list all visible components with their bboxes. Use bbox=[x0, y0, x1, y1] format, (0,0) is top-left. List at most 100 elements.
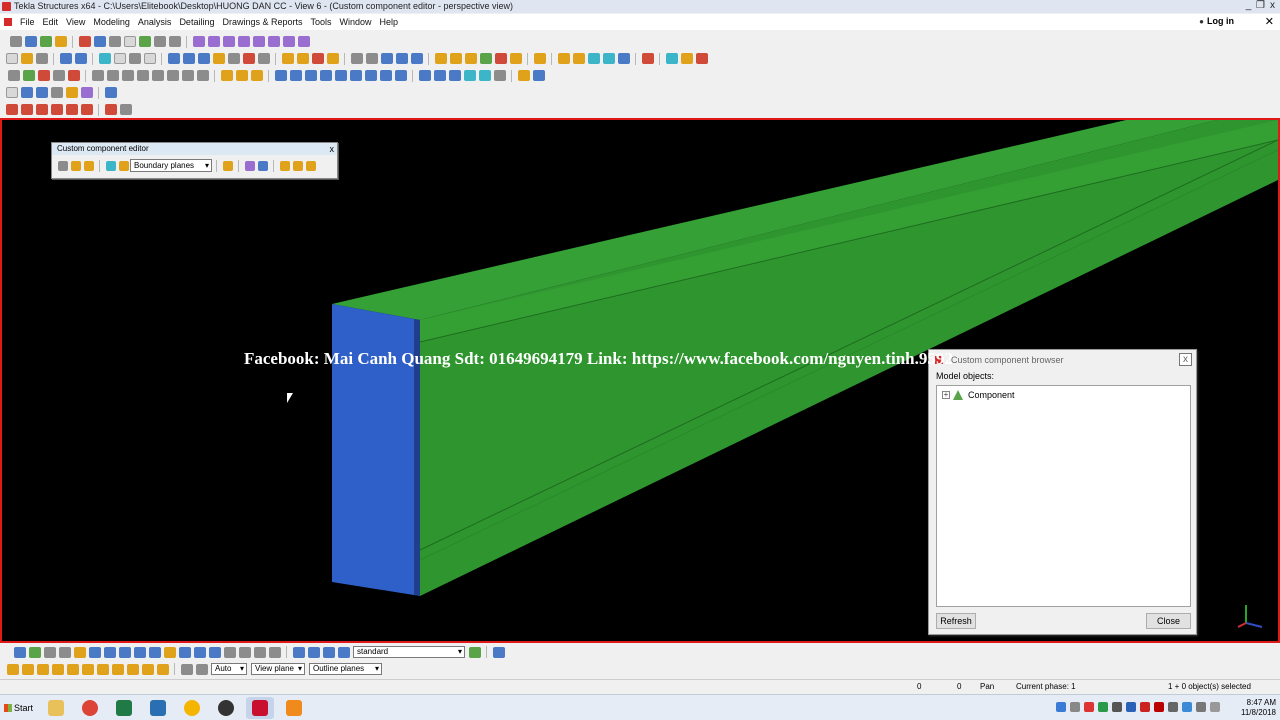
tool-icon[interactable] bbox=[50, 87, 63, 98]
tool-icon[interactable] bbox=[80, 104, 93, 115]
tool-icon[interactable] bbox=[39, 36, 52, 47]
tool-icon[interactable] bbox=[235, 70, 248, 81]
tool-icon[interactable] bbox=[463, 70, 476, 81]
tool-icon[interactable] bbox=[35, 104, 48, 115]
tool-icon[interactable] bbox=[395, 53, 408, 64]
tool-icon[interactable] bbox=[24, 36, 37, 47]
menu-analysis[interactable]: Analysis bbox=[134, 17, 176, 27]
tool-icon[interactable] bbox=[73, 646, 86, 658]
tool-icon[interactable] bbox=[91, 70, 104, 81]
tool-icon[interactable] bbox=[307, 646, 320, 658]
tool-icon[interactable] bbox=[168, 36, 181, 47]
tool-icon[interactable] bbox=[602, 53, 615, 64]
tool-icon[interactable] bbox=[410, 53, 423, 64]
tool-icon[interactable] bbox=[104, 104, 117, 115]
tool-icon[interactable] bbox=[58, 646, 71, 658]
tool-icon[interactable] bbox=[364, 70, 377, 81]
boundary-planes-dropdown[interactable]: Boundary planes bbox=[130, 159, 212, 172]
tool-icon[interactable] bbox=[163, 646, 176, 658]
volume-icon[interactable] bbox=[1210, 702, 1220, 712]
tool-icon[interactable] bbox=[311, 53, 324, 64]
tool-icon[interactable] bbox=[292, 160, 303, 171]
tool-icon[interactable] bbox=[267, 36, 280, 47]
tray-icon[interactable] bbox=[1112, 702, 1122, 712]
tool-icon[interactable] bbox=[93, 36, 106, 47]
login-link[interactable]: Log in bbox=[1199, 16, 1234, 26]
tool-icon[interactable] bbox=[379, 70, 392, 81]
tool-icon[interactable] bbox=[517, 70, 530, 81]
tool-icon[interactable] bbox=[103, 646, 116, 658]
snap-auto-dropdown[interactable]: Auto bbox=[211, 663, 247, 675]
app-icon[interactable] bbox=[280, 697, 308, 719]
tool-icon[interactable] bbox=[52, 70, 65, 81]
tool-icon[interactable] bbox=[108, 36, 121, 47]
tree-item-component[interactable]: + Component bbox=[942, 390, 1015, 400]
tool-icon[interactable] bbox=[80, 87, 93, 98]
tool-icon[interactable] bbox=[166, 70, 179, 81]
tool-icon[interactable] bbox=[178, 646, 191, 658]
tool-icon[interactable] bbox=[148, 646, 161, 658]
tool-icon[interactable] bbox=[250, 70, 263, 81]
tool-icon[interactable] bbox=[464, 53, 477, 64]
tool-icon[interactable] bbox=[119, 104, 132, 115]
tool-icon[interactable] bbox=[394, 70, 407, 81]
tool-icon[interactable] bbox=[257, 53, 270, 64]
snap-icon[interactable] bbox=[36, 663, 49, 675]
model-objects-tree[interactable]: + Component bbox=[936, 385, 1191, 607]
tool-icon[interactable] bbox=[296, 53, 309, 64]
tool-icon[interactable] bbox=[7, 70, 20, 81]
tool-icon[interactable] bbox=[322, 646, 335, 658]
tool-icon[interactable] bbox=[695, 53, 708, 64]
menu-window[interactable]: Window bbox=[336, 17, 376, 27]
snap-icon[interactable] bbox=[21, 663, 34, 675]
tool-icon[interactable] bbox=[50, 104, 63, 115]
tool-icon[interactable] bbox=[70, 160, 81, 171]
snap-icon[interactable] bbox=[51, 663, 64, 675]
menu-modeling[interactable]: Modeling bbox=[89, 17, 134, 27]
dialog-close-icon[interactable]: x bbox=[1179, 353, 1192, 366]
tool-icon[interactable] bbox=[151, 70, 164, 81]
tool-icon[interactable] bbox=[587, 53, 600, 64]
tool-icon[interactable] bbox=[222, 160, 233, 171]
tool-icon[interactable] bbox=[57, 160, 68, 171]
close-menu-icon[interactable]: ✕ bbox=[1265, 15, 1274, 28]
tool-icon[interactable] bbox=[43, 646, 56, 658]
app-icon[interactable] bbox=[144, 697, 172, 719]
new-icon[interactable] bbox=[5, 53, 18, 64]
tool-icon[interactable] bbox=[572, 53, 585, 64]
menu-file[interactable]: File bbox=[16, 17, 39, 27]
tool-icon[interactable] bbox=[5, 87, 18, 98]
tool-icon[interactable] bbox=[253, 646, 266, 658]
tool-icon[interactable] bbox=[207, 36, 220, 47]
tool-icon[interactable] bbox=[83, 160, 94, 171]
tool-icon[interactable] bbox=[617, 53, 630, 64]
tool-icon[interactable] bbox=[113, 53, 126, 64]
media-icon[interactable] bbox=[212, 697, 240, 719]
open-icon[interactable] bbox=[20, 53, 33, 64]
snap-icon[interactable] bbox=[141, 663, 154, 675]
tool-icon[interactable] bbox=[67, 70, 80, 81]
plane-dropdown[interactable]: View plane bbox=[251, 663, 305, 675]
tool-icon[interactable] bbox=[494, 53, 507, 64]
snap-icon[interactable] bbox=[111, 663, 124, 675]
tray-icon[interactable] bbox=[1098, 702, 1108, 712]
tool-icon[interactable] bbox=[282, 36, 295, 47]
tool-icon[interactable] bbox=[106, 70, 119, 81]
tray-icon[interactable] bbox=[1196, 702, 1206, 712]
file-explorer-icon[interactable] bbox=[42, 697, 70, 719]
tool-icon[interactable] bbox=[641, 53, 654, 64]
expand-icon[interactable]: + bbox=[942, 391, 950, 399]
snap-icon[interactable] bbox=[126, 663, 139, 675]
tool-icon[interactable] bbox=[297, 36, 310, 47]
tool-icon[interactable] bbox=[479, 53, 492, 64]
tool-icon[interactable] bbox=[281, 53, 294, 64]
tool-icon[interactable] bbox=[65, 104, 78, 115]
outline-planes-dropdown[interactable]: Outline planes bbox=[309, 663, 382, 675]
menu-edit[interactable]: Edit bbox=[39, 17, 63, 27]
tool-icon[interactable] bbox=[136, 70, 149, 81]
selection-filter-dropdown[interactable]: standard bbox=[353, 646, 465, 658]
tool-icon[interactable] bbox=[37, 70, 50, 81]
tool-icon[interactable] bbox=[28, 646, 41, 658]
tool-icon[interactable] bbox=[223, 646, 236, 658]
filter-icon[interactable] bbox=[468, 646, 481, 658]
